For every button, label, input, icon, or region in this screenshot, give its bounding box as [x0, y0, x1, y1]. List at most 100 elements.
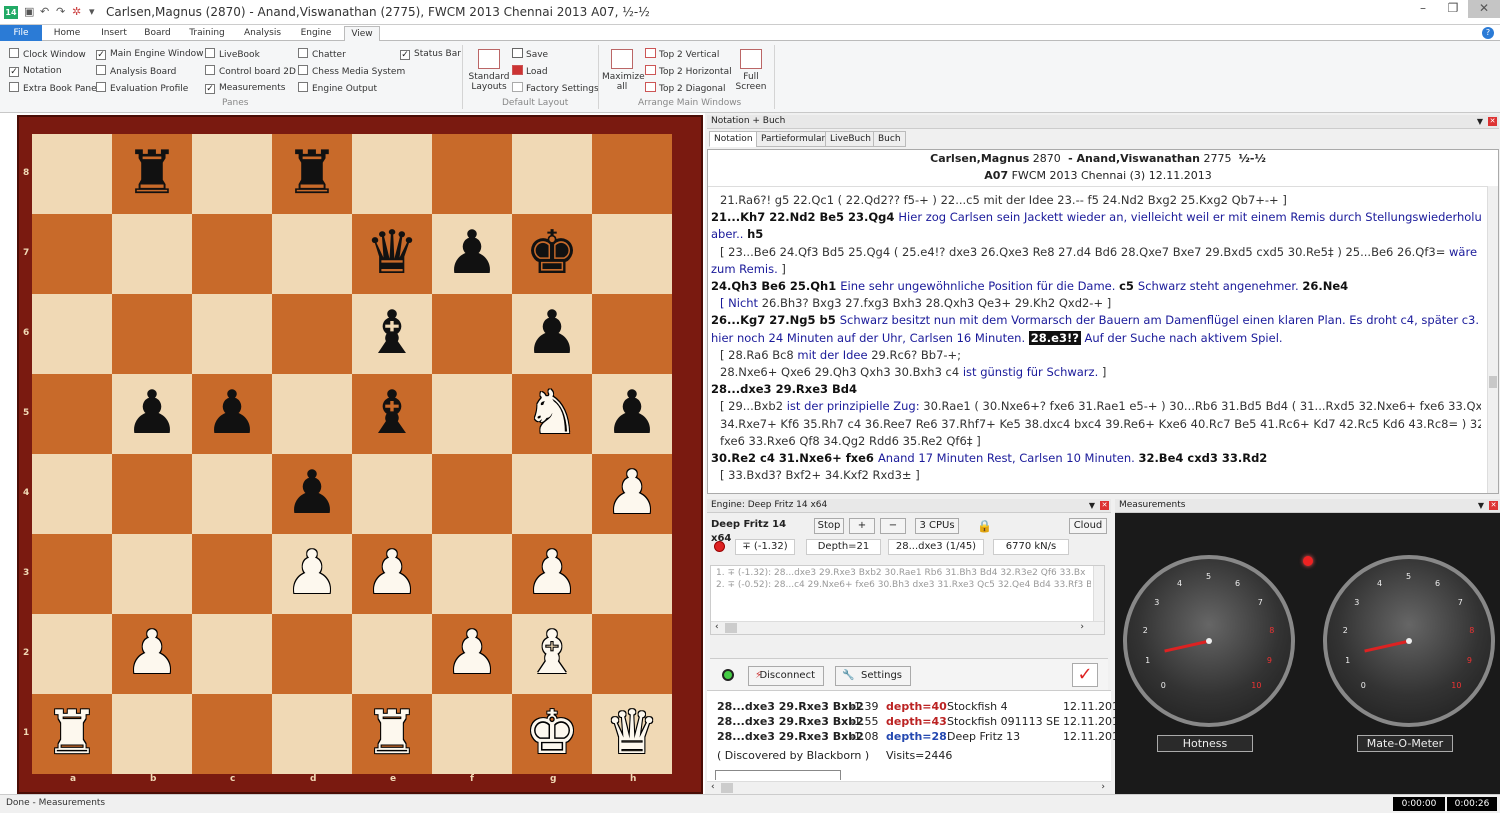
move-text[interactable]: 26...Kg7 27.Ng5 b5 [711, 313, 840, 327]
cloud-engine[interactable]: Stockfish 4 [947, 700, 1008, 713]
tab-analysis[interactable]: Analysis [237, 26, 288, 41]
white-queen-icon[interactable]: ♛ [592, 694, 672, 774]
checkbox-main-engine-window[interactable]: ✓ Main Engine Window [96, 48, 204, 62]
cloud-date[interactable]: 12.11.201 [1063, 700, 1119, 713]
square-f3[interactable] [432, 534, 512, 614]
tab-engine[interactable]: Engine [291, 26, 341, 41]
notation-line[interactable]: [ 33.Bxd3? Bxf2+ 34.Kxf2 Rxd3± ] [711, 467, 1481, 484]
notation-line[interactable]: 30.Re2 c4 31.Nxe6+ fxe6 Anand 17 Minuten… [711, 450, 1481, 467]
engine-line[interactable]: 1. ∓ (-1.32): 28...dxe3 29.Rxe3 Bxb2 30.… [716, 568, 1091, 578]
checkbox-control-board-2d[interactable]: Control board 2D [205, 65, 296, 79]
cloud-date[interactable]: 12.11.201 [1063, 715, 1119, 728]
checkbox-box[interactable] [298, 48, 308, 58]
undo-icon[interactable]: ↶ [40, 5, 49, 18]
square-f4[interactable] [432, 454, 512, 534]
checkbox-clock-window[interactable]: Clock Window [9, 48, 86, 62]
checkbox-livebook[interactable]: LiveBook [205, 48, 260, 62]
square-f1[interactable] [432, 694, 512, 774]
square-e8[interactable] [352, 134, 432, 214]
checkbox-box[interactable]: ✓ [400, 50, 410, 60]
move-text[interactable]: [ 29...Bxb2 [720, 399, 787, 413]
panel-menu-icon[interactable]: ▼ [1478, 499, 1484, 512]
checkbox-box[interactable]: ✓ [96, 50, 106, 60]
black-pawn-icon[interactable]: ♟ [272, 454, 352, 534]
square-b4[interactable] [112, 454, 192, 534]
chess-board[interactable]: ♜ ♜ ♛ ♟ ♚ ♝ ♟ ♟ ♟ ♝ ♞ ♟ ♟ ♟ ♟ ♟ ♟ ♟ ♟ ♝ ♜ ♜ ♚ ♛ [32, 134, 672, 774]
square-g4[interactable] [512, 454, 592, 534]
square-c1[interactable] [192, 694, 272, 774]
notation-line[interactable]: [ 29...Bxb2 ist der prinzipielle Zug: 30… [711, 398, 1481, 415]
white-knight-icon[interactable]: ♞ [512, 374, 592, 454]
square-g8[interactable] [512, 134, 592, 214]
square-c3[interactable] [192, 534, 272, 614]
checkbox-box[interactable]: ✓ [9, 67, 19, 77]
square-a2[interactable] [32, 614, 112, 694]
cloud-eval[interactable]: -1.08 [850, 730, 878, 743]
maximize-icon[interactable]: ❐ [1438, 0, 1468, 18]
square-c2[interactable] [192, 614, 272, 694]
scroll-right-icon[interactable]: › [1101, 782, 1105, 792]
tab-partieformular[interactable]: Partieformular [756, 131, 831, 147]
square-h6[interactable] [592, 294, 672, 374]
move-text[interactable]: 30.Rae1 ( 30.Nxe6+? fxe6 31.Rae1 e5-+ ) … [923, 399, 1481, 413]
cloud-line[interactable]: 28...dxe3 29.Rxe3 Bxb2 [717, 730, 864, 743]
checkbox-chess-media-system[interactable]: Chess Media System [298, 65, 405, 79]
cloud-line[interactable]: 28...dxe3 29.Rxe3 Bxb2 [717, 700, 864, 713]
top2-vertical-button[interactable]: Top 2 Vertical [645, 48, 719, 62]
full-screen-button[interactable]: Full Screen [732, 49, 770, 92]
lock-icon[interactable]: 🔒 [977, 519, 992, 533]
scroll-left-icon[interactable]: ‹ [715, 622, 719, 632]
square-a5[interactable] [32, 374, 112, 454]
panel-menu-icon[interactable]: ▼ [1477, 115, 1483, 128]
move-text[interactable]: h5 [747, 227, 763, 241]
tab-livebuch[interactable]: LiveBuch [825, 131, 876, 147]
save-layout-button[interactable]: Save [512, 48, 548, 62]
move-text[interactable]: c5 [1119, 279, 1138, 293]
load-layout-button[interactable]: Load [512, 65, 548, 79]
notation-scrollbar[interactable] [1487, 186, 1498, 493]
square-c6[interactable] [192, 294, 272, 374]
square-b3[interactable] [112, 534, 192, 614]
white-bishop-icon[interactable]: ♝ [512, 614, 592, 694]
white-pawn-icon[interactable]: ♟ [512, 534, 592, 614]
redo-icon[interactable]: ↷ [56, 5, 65, 18]
checkbox-box[interactable] [9, 82, 19, 92]
notation-line[interactable]: 28...dxe3 29.Rxe3 Bd4 [711, 381, 1481, 398]
checkbox-analysis-board[interactable]: Analysis Board [96, 65, 176, 79]
square-c8[interactable] [192, 134, 272, 214]
white-pawn-icon[interactable]: ♟ [432, 614, 512, 694]
engine-name[interactable]: Deep Fritz 14 x64 [711, 518, 809, 544]
hscroll-thumb[interactable] [721, 783, 733, 793]
tab-buch[interactable]: Buch [873, 131, 906, 147]
square-h3[interactable] [592, 534, 672, 614]
disconnect-button[interactable]: ⚡ Disconnect [748, 666, 824, 686]
scroll-thumb[interactable] [1489, 376, 1497, 388]
stop-button[interactable]: Stop [814, 518, 844, 534]
check-icon[interactable]: ✓ [1072, 663, 1098, 687]
cloud-eval[interactable]: -1.55 [850, 715, 878, 728]
add-line-button[interactable]: + [849, 518, 875, 534]
square-a4[interactable] [32, 454, 112, 534]
cloud-results[interactable]: 28...dxe3 29.Rxe3 Bxb2 -1.39 depth=40 Stock… [707, 690, 1119, 794]
move-text[interactable]: ] [778, 262, 786, 276]
move-text[interactable]: ] [1098, 365, 1107, 379]
checkbox-box[interactable] [205, 65, 215, 75]
cloud-eval[interactable]: -1.39 [850, 700, 878, 713]
move-text[interactable]: [ 28.Ra6 Bc8 [720, 348, 797, 362]
top2-diagonal-button[interactable]: Top 2 Diagonal [645, 82, 726, 96]
input-box[interactable] [715, 770, 841, 780]
notation-line[interactable]: 21.Ra6?! g5 22.Qc1 ( 22.Qd2?? f5-+ ) 22.… [711, 192, 1481, 209]
notation-line[interactable]: [ 23...Be6 24.Qf3 Bd5 25.Qg4 ( 25.e4!? d… [711, 244, 1481, 261]
move-text[interactable]: 30.Re2 c4 31.Nxe6+ fxe6 [711, 451, 878, 465]
square-a7[interactable] [32, 214, 112, 294]
white-pawn-icon[interactable]: ♟ [112, 614, 192, 694]
record-icon[interactable] [714, 541, 725, 552]
move-text[interactable]: [ 33.Bxd3? Bxf2+ 34.Kxf2 Rxd3± ] [720, 468, 920, 482]
notation-line[interactable]: 28.Nxe6+ Qxe6 29.Qh3 Qxh3 30.Bxh3 c4 ist… [711, 364, 1481, 381]
square-d7[interactable] [272, 214, 352, 294]
notation-line[interactable]: 21...Kh7 22.Nd2 Be5 23.Qg4 Hier zog Carl… [711, 209, 1481, 226]
square-f5[interactable] [432, 374, 512, 454]
standard-layouts-button[interactable]: Standard Layouts [467, 49, 511, 92]
notation-line[interactable]: 24.Qh3 Be6 25.Qh1 Eine sehr ungewöhnlich… [711, 278, 1481, 295]
cloud-depth[interactable]: depth=28 [886, 730, 947, 743]
